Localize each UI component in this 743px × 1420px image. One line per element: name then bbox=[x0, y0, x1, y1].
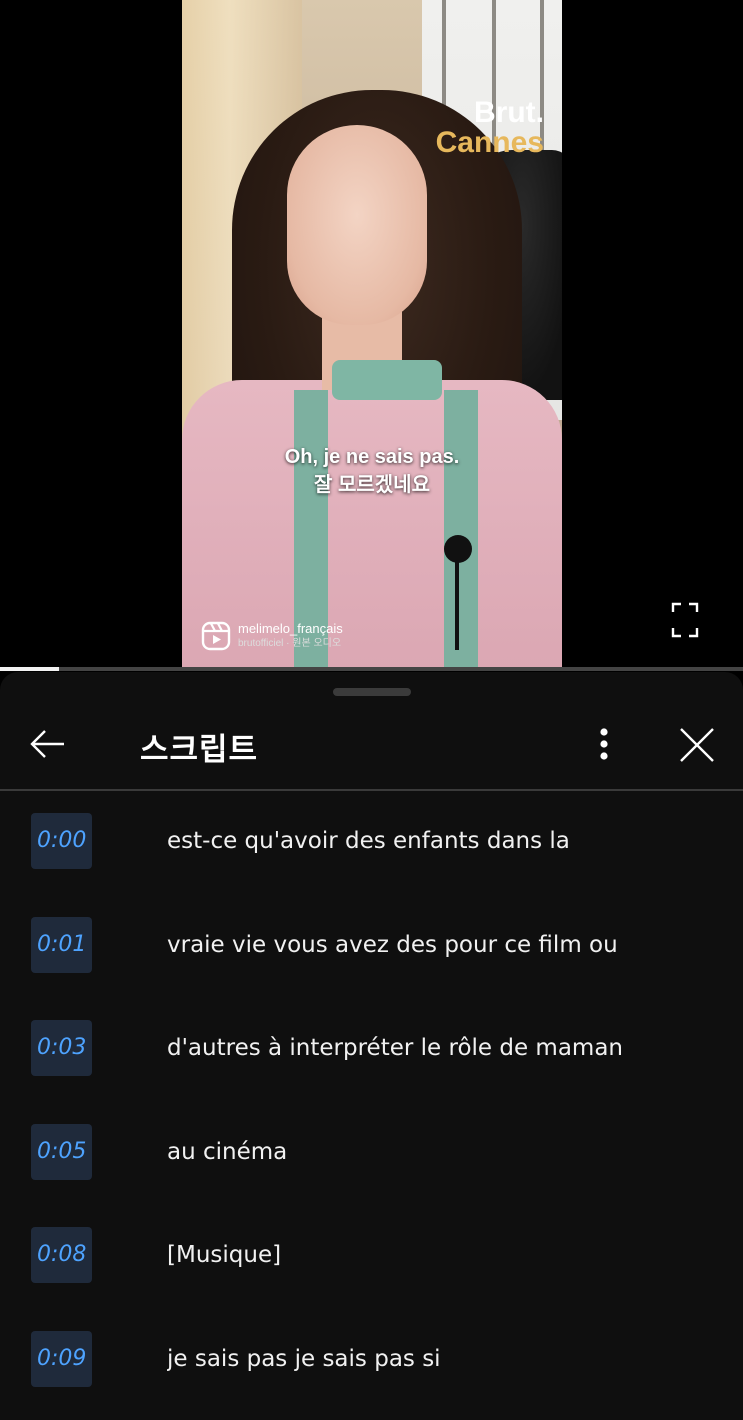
transcript-text: d'autres à interpréter le rôle de maman bbox=[167, 1035, 624, 1061]
transcript-text: est-ce qu'avoir des enfants dans la bbox=[167, 828, 570, 854]
transcript-row[interactable]: 0:01 vraie vie vous avez des pour ce fil… bbox=[0, 895, 743, 999]
video-frame[interactable]: Brut. Cannes Oh, je ne sais pas. 잘 모르겠네요… bbox=[182, 0, 562, 668]
arrow-left-icon[interactable] bbox=[26, 722, 70, 766]
transcript-row[interactable]: 0:00 est-ce qu'avoir des enfants dans la bbox=[0, 791, 743, 895]
transcript-list: 0:00 est-ce qu'avoir des enfants dans la… bbox=[0, 791, 743, 1412]
transcript-timestamp[interactable]: 0:09 bbox=[31, 1330, 93, 1387]
brand-logo: Brut. Cannes bbox=[436, 98, 544, 158]
video-scarf bbox=[332, 360, 442, 400]
transcript-header: 스크립트 bbox=[0, 702, 743, 790]
subtitle-french: Oh, je ne sais pas. bbox=[284, 446, 460, 468]
transcript-row[interactable]: 0:08 [Musique] bbox=[0, 1205, 743, 1309]
transcript-timestamp[interactable]: 0:01 bbox=[31, 916, 93, 973]
reels-icon bbox=[201, 621, 231, 651]
fullscreen-icon[interactable] bbox=[671, 602, 699, 638]
brand-logo-top: Brut. bbox=[474, 96, 544, 129]
video-progress-bar[interactable] bbox=[0, 667, 743, 671]
transcript-timestamp[interactable]: 0:05 bbox=[31, 1123, 93, 1180]
transcript-timestamp[interactable]: 0:03 bbox=[31, 1020, 93, 1076]
drag-handle[interactable] bbox=[333, 688, 411, 696]
transcript-text: vraie vie vous avez des pour ce film ou bbox=[167, 931, 618, 958]
video-microphone-cord bbox=[455, 560, 459, 650]
transcript-row[interactable]: 0:03 d'autres à interpréter le rôle de m… bbox=[0, 998, 743, 1102]
reel-audio-source[interactable]: brutofficiel · 원본 오디오 bbox=[238, 637, 343, 651]
reel-attribution[interactable]: melimelo_français brutofficiel · 원본 오디오 bbox=[200, 620, 343, 652]
close-icon[interactable] bbox=[674, 722, 720, 768]
transcript-title: 스크립트 bbox=[140, 732, 259, 768]
transcript-text: je sais pas je sais pas si bbox=[167, 1345, 441, 1372]
video-microphone bbox=[444, 535, 472, 563]
transcript-timestamp[interactable]: 0:08 bbox=[31, 1227, 93, 1283]
video-person-face bbox=[287, 125, 427, 325]
transcript-row[interactable]: 0:05 au cinéma bbox=[0, 1102, 743, 1206]
video-subtitle: Oh, je ne sais pas. 잘 모르겠네요 bbox=[182, 443, 562, 499]
subtitle-korean: 잘 모르겠네요 bbox=[314, 474, 430, 496]
video-scarf-strip bbox=[444, 390, 478, 668]
transcript-text: [Musique] bbox=[167, 1242, 282, 1268]
transcript-text: au cinéma bbox=[167, 1138, 288, 1165]
transcript-timestamp[interactable]: 0:00 bbox=[31, 813, 93, 869]
transcript-panel: 스크립트 0:00 est-ce qu'avoir des enfants da… bbox=[0, 672, 743, 1420]
video-progress-fill bbox=[0, 667, 60, 671]
reel-username[interactable]: melimelo_français bbox=[238, 621, 343, 637]
more-vertical-icon[interactable] bbox=[588, 722, 620, 766]
transcript-row[interactable]: 0:09 je sais pas je sais pas si bbox=[0, 1309, 743, 1413]
brand-logo-sub: Cannes bbox=[435, 126, 544, 159]
video-player[interactable]: Brut. Cannes Oh, je ne sais pas. 잘 모르겠네요… bbox=[0, 0, 743, 671]
